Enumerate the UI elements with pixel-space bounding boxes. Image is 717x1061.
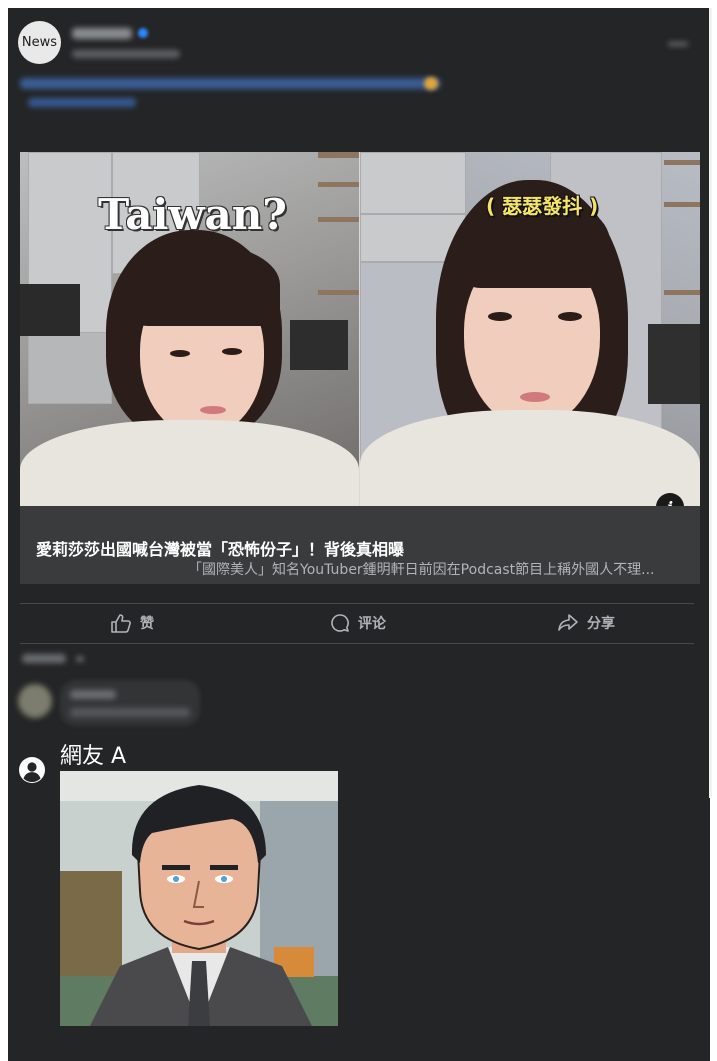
shelf-shape <box>664 290 700 295</box>
cabinet-shape <box>28 332 112 404</box>
speech-bubble-icon <box>331 614 349 632</box>
reply-image[interactable] <box>60 771 338 1026</box>
lips-shape <box>200 406 226 414</box>
blurred-comment-text <box>70 708 190 717</box>
shelf-shape <box>318 182 359 187</box>
left-video-frame: Taiwan? <box>20 152 359 506</box>
emoji-icon <box>424 77 438 90</box>
link-title[interactable]: 愛莉莎莎出國喊台灣被當「恐怖份子」！背後真相曝 <box>36 536 404 560</box>
cabinet-shape <box>360 152 466 214</box>
comment-sort-dropdown[interactable] <box>22 654 66 663</box>
blurred-timestamp[interactable] <box>72 50 180 58</box>
more-options-icon[interactable] <box>668 42 688 46</box>
verified-icon <box>138 28 148 38</box>
blurred-commenter-name[interactable] <box>70 690 116 699</box>
shelf-shape <box>664 202 700 207</box>
eye-shape <box>488 312 512 321</box>
bag-shape <box>20 284 80 336</box>
chair-shape <box>290 320 348 370</box>
user-silhouette-icon <box>19 757 45 783</box>
blurred-post-text <box>20 78 440 89</box>
divider-bottom <box>20 643 694 644</box>
bangs-shape <box>130 244 280 326</box>
lips-shape <box>520 392 550 402</box>
card-edge <box>709 8 712 798</box>
share-arrow-icon <box>558 614 578 631</box>
commenter-avatar[interactable] <box>18 684 52 718</box>
shelf-shape <box>318 152 359 158</box>
shelf-shape <box>318 290 359 295</box>
divider-top <box>20 603 694 604</box>
info-icon-glyph: i <box>667 498 673 507</box>
eye-shape <box>558 312 582 321</box>
page-avatar[interactable]: News <box>18 21 61 64</box>
chevron-down-icon[interactable] <box>76 656 84 662</box>
chair-shape <box>648 324 700 404</box>
blurred-page-name[interactable] <box>72 28 132 39</box>
link-description: 「國際美人」知名YouTuber鍾明軒日前因在Podcast節目上稱外國人不理.… <box>188 562 655 578</box>
avatar-label: News <box>21 35 58 50</box>
link-preview[interactable]: 愛莉莎莎出國喊台灣被當「恐怖份子」！背後真相曝 「國際美人」知名YouTuber… <box>20 506 700 584</box>
reply-username[interactable]: 網友 A <box>60 738 126 770</box>
sweater-shape <box>20 420 359 506</box>
shelf-shape <box>664 160 700 165</box>
cartoon-man-illustration <box>60 771 338 1026</box>
thumbs-up-icon <box>111 614 131 633</box>
right-caption: ( 瑟瑟發抖 ) <box>486 194 599 218</box>
comment-label: 评论 <box>358 616 386 632</box>
comment-button[interactable]: 评论 <box>330 612 386 634</box>
like-label: 赞 <box>140 616 154 632</box>
shelf-shape <box>318 217 359 222</box>
comment-bubble <box>60 680 200 726</box>
share-button[interactable]: 分享 <box>557 612 615 634</box>
eye-shape <box>170 350 190 357</box>
right-video-frame: ( 瑟瑟發抖 ) <box>360 152 700 506</box>
post-image[interactable]: Taiwan? ( 瑟瑟發抖 ) i <box>20 152 700 506</box>
left-caption: Taiwan? <box>98 190 287 239</box>
like-button[interactable]: 赞 <box>110 612 154 634</box>
blurred-post-link[interactable] <box>28 98 136 107</box>
eye-shape <box>222 348 242 355</box>
share-label: 分享 <box>587 616 615 632</box>
sweater-shape <box>360 410 700 506</box>
